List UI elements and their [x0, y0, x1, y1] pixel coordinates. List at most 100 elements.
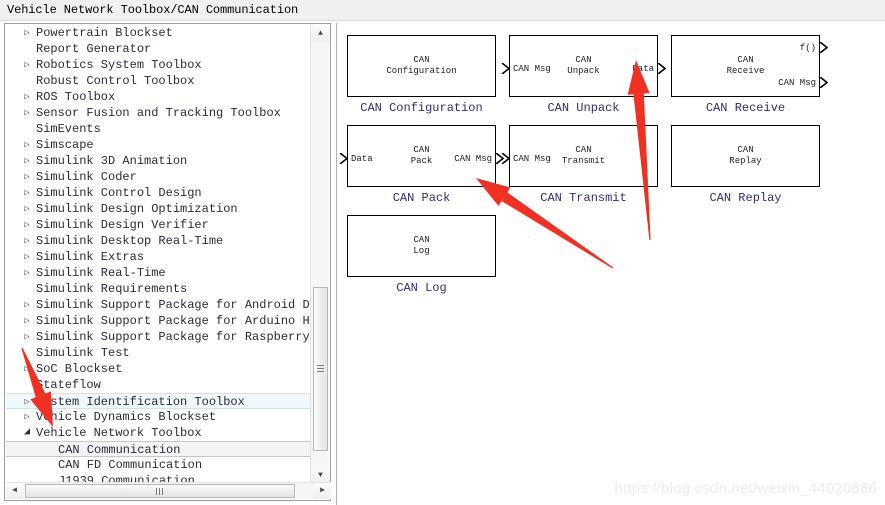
library-block[interactable]: CAN Pack CAN Pack Data CAN Msg: [339, 125, 504, 211]
block-inner-title: CAN Receive: [726, 55, 765, 76]
expander-collapsed-icon[interactable]: ▷: [20, 57, 34, 73]
tree-item-label: SoC Blockset: [36, 362, 123, 376]
tree-item[interactable]: ▷ Simulink 3D Animation: [6, 153, 311, 169]
page-title: Vehicle Network Toolbox/CAN Communicatio…: [7, 3, 299, 17]
block-caption: CAN Unpack: [547, 101, 620, 115]
tree-item-label: Vehicle Dynamics Blockset: [36, 410, 217, 424]
library-block[interactable]: CAN Unpack CAN Unpack CAN Msg Data: [501, 35, 666, 121]
scroll-thumb-grip-icon: [156, 488, 164, 495]
block-caption: CAN Log: [396, 281, 447, 295]
expander-collapsed-icon[interactable]: ▷: [20, 105, 34, 121]
tree-vertical-scroll-thumb[interactable]: [313, 287, 328, 451]
tree-item[interactable]: ▷ Robotics System Toolbox: [6, 57, 311, 73]
expander-collapsed-icon[interactable]: ▷: [20, 265, 34, 281]
tree-vertical-scrollbar[interactable]: ▲ ▼: [310, 25, 330, 484]
window-title-bar: Vehicle Network Toolbox/CAN Communicatio…: [0, 0, 885, 21]
port-arrow-icon: [501, 63, 510, 74]
tree-item[interactable]: ▷ Simulink Desktop Real-Time: [6, 233, 311, 249]
block-caption: CAN Transmit: [540, 191, 627, 205]
tree-item[interactable]: ▷ Sensor Fusion and Tracking Toolbox: [6, 105, 311, 121]
tree-item-label: Sensor Fusion and Tracking Toolbox: [36, 106, 281, 120]
expander-collapsed-icon[interactable]: ▷: [20, 137, 34, 153]
block-caption: CAN Receive: [705, 101, 786, 115]
tree-item[interactable]: Simulink Test: [6, 345, 311, 361]
library-block[interactable]: CAN Configuration CAN Configuration: [347, 35, 496, 121]
expander-collapsed-icon[interactable]: ▷: [20, 249, 34, 265]
expander-collapsed-icon[interactable]: ▷: [20, 217, 34, 233]
block-inner-title: CAN Log: [413, 235, 430, 256]
expander-collapsed-icon[interactable]: ▷: [20, 89, 34, 105]
tree-item[interactable]: ▷ Simulink Support Package for Raspberry …: [6, 329, 311, 345]
block-output-port-label: CAN Msg: [454, 154, 492, 164]
library-block[interactable]: CAN Transmit CAN Transmit CAN Msg: [501, 125, 658, 211]
tree-item[interactable]: Stateflow: [6, 377, 311, 393]
tree-item[interactable]: ▷ Simulink Extras: [6, 249, 311, 265]
tree-item-label: Simulink Real-Time: [36, 266, 166, 280]
tree-item[interactable]: ▷ Simulink Design Optimization: [6, 201, 311, 217]
expander-collapsed-icon[interactable]: ▷: [20, 361, 34, 377]
tree-item[interactable]: ▷ Simulink Real-Time: [6, 265, 311, 281]
expander-collapsed-icon[interactable]: ▷: [20, 153, 34, 169]
scroll-left-button[interactable]: ◀: [6, 483, 23, 499]
tree-item[interactable]: ◢ Vehicle Network Toolbox: [6, 425, 311, 441]
tree-item-label: Simulink Test: [36, 346, 130, 360]
tree-item[interactable]: CAN Communication: [6, 441, 311, 457]
tree-item[interactable]: SimEvents: [6, 121, 311, 137]
tree-item-label: SimEvents: [36, 122, 101, 136]
tree-item[interactable]: ▷ Powertrain Blockset: [6, 25, 311, 41]
library-block[interactable]: CAN Replay CAN Replay: [671, 125, 820, 211]
expander-collapsed-icon[interactable]: ▷: [20, 233, 34, 249]
tree-horizontal-scroll-thumb[interactable]: [25, 484, 295, 498]
block-input-port-label: CAN Msg: [513, 154, 551, 164]
tree-item[interactable]: ▷ Simulink Design Verifier: [6, 217, 311, 233]
tree-item[interactable]: Simulink Requirements: [6, 281, 311, 297]
expander-collapsed-icon[interactable]: ▷: [20, 297, 34, 313]
library-block[interactable]: CAN Log CAN Log: [347, 215, 496, 301]
block-input-port-label: Data: [351, 154, 373, 164]
port-arrow-icon: [339, 153, 348, 164]
expander-collapsed-icon[interactable]: ▷: [20, 313, 34, 329]
tree-item[interactable]: Robust Control Toolbox: [6, 73, 311, 89]
tree-item[interactable]: ▷ Simulink Coder: [6, 169, 311, 185]
tree-item-label: Simulink Design Verifier: [36, 218, 209, 232]
expander-collapsed-icon[interactable]: ▷: [20, 394, 34, 410]
tree-item[interactable]: ▷ SoC Blockset: [6, 361, 311, 377]
tree-item[interactable]: ▷ Vehicle Dynamics Blockset: [6, 409, 311, 425]
block-input-port-label: CAN Msg: [513, 64, 551, 74]
expander-collapsed-icon[interactable]: ▷: [20, 409, 34, 425]
port-arrow-icon: [819, 42, 828, 53]
expander-collapsed-icon[interactable]: ▷: [20, 185, 34, 201]
tree-item-label: Simulink Extras: [36, 250, 145, 264]
tree-item-label: Simulink Coder: [36, 170, 137, 184]
block-inner-title: CAN Replay: [729, 145, 762, 166]
tree-item-label: Simulink Control Design: [36, 186, 202, 200]
port-arrow-icon: [501, 153, 510, 164]
port-arrow-icon: [657, 63, 666, 74]
expander-collapsed-icon[interactable]: ▷: [20, 25, 34, 41]
block-caption: CAN Configuration: [360, 101, 483, 115]
tree-item[interactable]: ▷ System Identification Toolbox: [6, 393, 311, 409]
tree-item[interactable]: ▷Simulink Support Package for Arduino Ha…: [6, 313, 311, 329]
expander-expanded-icon[interactable]: ◢: [20, 425, 34, 441]
tree-item[interactable]: ▷Simulink Support Package for Android De…: [6, 297, 311, 313]
scroll-right-button[interactable]: ▶: [314, 483, 331, 499]
tree-item[interactable]: ▷ Simscape: [6, 137, 311, 153]
tree-item-label: Report Generator: [36, 42, 152, 56]
block-caption: CAN Replay: [709, 191, 782, 205]
expander-collapsed-icon[interactable]: ▷: [20, 329, 34, 345]
block-output-port-label: CAN Msg: [778, 78, 816, 88]
triangle-up-icon: ▲: [318, 29, 323, 38]
expander-collapsed-icon[interactable]: ▷: [20, 201, 34, 217]
tree-item[interactable]: CAN FD Communication: [6, 457, 311, 473]
tree-item-label: Simulink Support Package for Android Dev…: [36, 298, 311, 312]
tree-item[interactable]: ▷ Simulink Control Design: [6, 185, 311, 201]
tree-item[interactable]: Report Generator: [6, 41, 311, 57]
library-block[interactable]: CAN Receive CAN Receive f() CAN Msg: [671, 35, 828, 121]
expander-collapsed-icon[interactable]: ▷: [20, 169, 34, 185]
scroll-up-button[interactable]: ▲: [311, 25, 330, 42]
tree-item-label: Robotics System Toolbox: [36, 58, 202, 72]
tree-horizontal-scrollbar[interactable]: ◀ ▶: [6, 482, 331, 499]
tree-item-label: Simulink Support Package for Arduino Har…: [36, 314, 311, 328]
tree-item[interactable]: ▷ ROS Toolbox: [6, 89, 311, 105]
tree-item-label: System Identification Toolbox: [36, 395, 245, 409]
